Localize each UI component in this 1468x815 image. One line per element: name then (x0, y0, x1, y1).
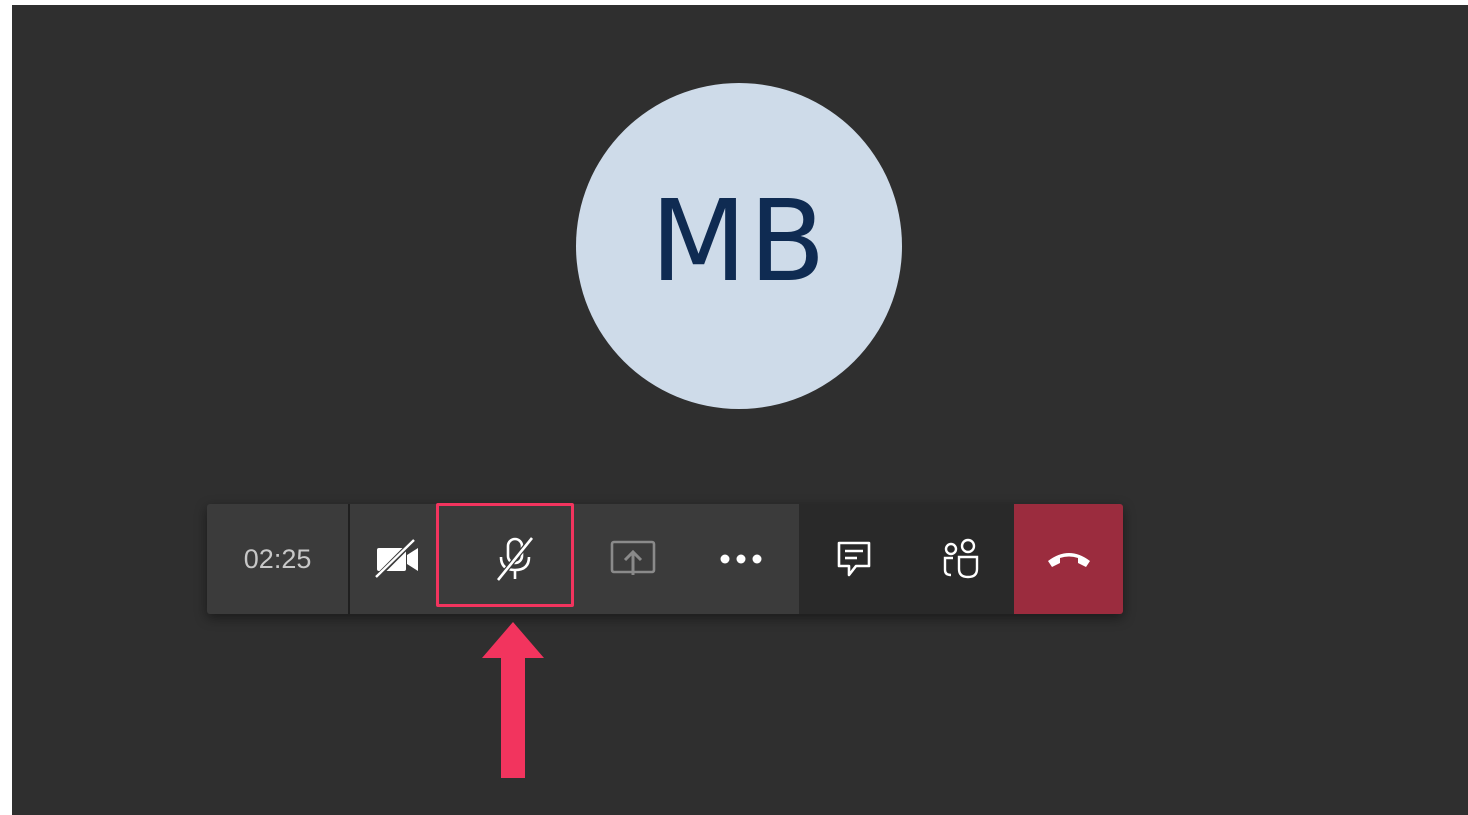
share-screen-icon (611, 540, 656, 575)
call-timer: 02:25 (207, 504, 351, 614)
more-icon (720, 554, 762, 564)
call-toolbar: 02:25 (207, 504, 1123, 614)
people-icon (943, 538, 979, 579)
hang-up-button[interactable] (1014, 504, 1123, 614)
share-screen-button[interactable] (584, 504, 683, 614)
microphone-toggle-button[interactable] (445, 504, 585, 614)
chat-icon (837, 541, 870, 577)
call-stage: MB 02:25 (12, 5, 1468, 815)
chat-button[interactable] (799, 504, 908, 614)
avatar-initials: MB (650, 177, 828, 307)
annotation-arrow-icon (482, 622, 544, 778)
participant-avatar: MB (576, 83, 902, 409)
camera-toggle-button[interactable] (350, 504, 446, 614)
participants-button[interactable] (907, 504, 1015, 614)
more-options-button[interactable] (682, 504, 800, 614)
phone-hangup-icon (1047, 553, 1090, 567)
video-off-icon (374, 539, 419, 579)
mic-off-icon (496, 536, 534, 582)
